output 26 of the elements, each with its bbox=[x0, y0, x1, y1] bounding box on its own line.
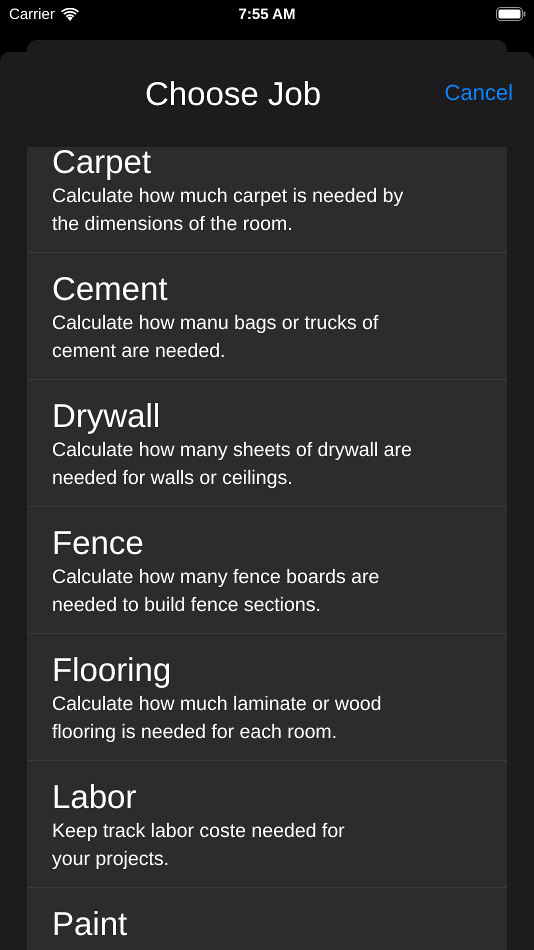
carrier-label: Carrier bbox=[9, 6, 55, 22]
job-description: Calculate how manu bags or trucks of cement are needed. bbox=[52, 311, 380, 364]
job-item[interactable]: Flooring Calculate how much laminate or wood flooring is needed for each room. bbox=[27, 634, 507, 761]
battery-icon bbox=[496, 7, 526, 21]
job-item[interactable]: Labor Keep track labor coste needed for your projects. bbox=[27, 761, 507, 888]
job-item[interactable]: Drywall Calculate how many sheets of drywall are needed for walls or ceilings. bbox=[27, 380, 507, 507]
job-title: Fence bbox=[52, 523, 145, 563]
job-title: Carpet bbox=[52, 147, 152, 182]
job-item[interactable]: Cement Calculate how manu bags or trucks of cement are needed. bbox=[27, 253, 507, 380]
sheet-title: Choose Job bbox=[144, 75, 322, 113]
job-title: Cement bbox=[52, 269, 169, 309]
job-description: Calculate how many fence boards are needed to build fence sections. bbox=[52, 565, 380, 618]
job-title: Paint bbox=[52, 904, 128, 944]
job-description: Calculate how much carpet is needed by the dimensions of the room. bbox=[52, 184, 404, 237]
job-description: Keep track labor coste needed for your projects. bbox=[52, 819, 346, 872]
time-label: 7:55 AM bbox=[238, 6, 296, 22]
job-item[interactable]: Paint bbox=[27, 888, 507, 950]
job-title: Drywall bbox=[52, 396, 162, 436]
job-description: Calculate how many sheets of drywall are needed for walls or ceilings. bbox=[52, 438, 413, 491]
job-description: Calculate how much laminate or wood flooring is needed for each room. bbox=[52, 692, 383, 745]
wifi-icon bbox=[60, 8, 79, 20]
job-title: Labor bbox=[52, 777, 138, 817]
cancel-button[interactable]: Cancel bbox=[444, 80, 513, 106]
job-title: Flooring bbox=[52, 650, 172, 690]
job-item[interactable]: Fence Calculate how many fence boards are needed to build fence sections. bbox=[27, 507, 507, 634]
job-item[interactable]: Carpet Calculate how much carpet is needed by the dimensions of the room. bbox=[27, 147, 507, 253]
